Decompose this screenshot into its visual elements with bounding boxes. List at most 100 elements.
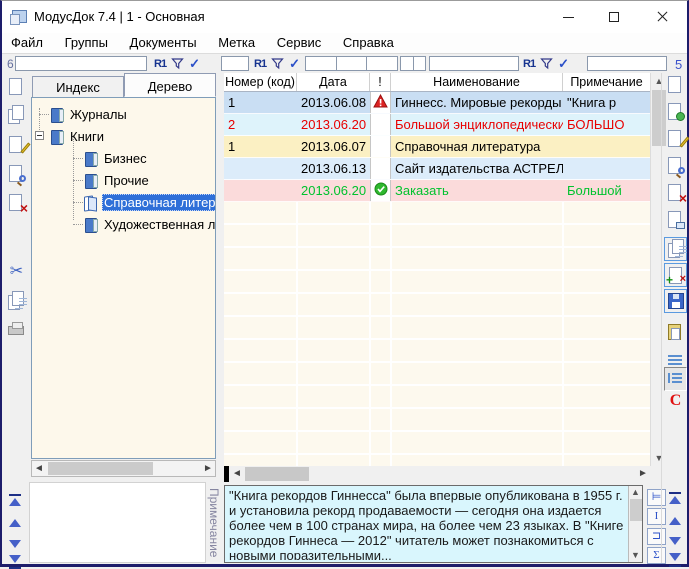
grid-empty-area bbox=[224, 202, 650, 466]
scroll-down-icon[interactable]: ▼ bbox=[629, 549, 642, 562]
tree-item-biznes[interactable]: Бизнес bbox=[32, 147, 215, 169]
convert-button[interactable]: C bbox=[664, 391, 687, 411]
copy-record-button[interactable] bbox=[664, 237, 687, 261]
table-row[interactable]: 1 2013.06.08 Гиннесс. Мировые рекорды 20… bbox=[224, 92, 650, 114]
menu-documents[interactable]: Документы bbox=[121, 33, 206, 53]
scroll-left-icon[interactable]: ◄ bbox=[230, 466, 244, 482]
tab-index[interactable]: Индекс bbox=[32, 76, 124, 97]
tree-item-knigi[interactable]: Книги bbox=[32, 125, 215, 147]
apply-filter-icon[interactable]: ✓ bbox=[189, 56, 200, 72]
description-text: "Книга рекордов Гиннесса" была впервые о… bbox=[229, 488, 626, 560]
tree-prev-button[interactable] bbox=[6, 515, 24, 530]
paste-button[interactable] bbox=[5, 319, 28, 343]
copy-button[interactable] bbox=[5, 290, 28, 314]
app-window: МодусДок 7.4 | 1 - Основная Файл Группы … bbox=[0, 0, 689, 567]
record-first-button[interactable] bbox=[666, 491, 684, 506]
edit-document-button[interactable] bbox=[664, 127, 687, 151]
warning-icon bbox=[373, 94, 388, 108]
scroll-thumb[interactable] bbox=[630, 499, 642, 521]
globe-icon bbox=[676, 112, 685, 121]
delete-document-button[interactable]: × bbox=[664, 181, 687, 205]
table-row[interactable]: 2013.06.13 Сайт издательства АСТРЕЛЬ bbox=[224, 158, 650, 180]
col-name[interactable]: Наименование bbox=[391, 73, 563, 91]
details-view-button[interactable] bbox=[664, 367, 687, 391]
scroll-thumb[interactable] bbox=[48, 462, 153, 475]
num-filter-input[interactable] bbox=[221, 56, 249, 71]
collapse-icon[interactable] bbox=[35, 131, 44, 140]
new-document-button[interactable] bbox=[664, 73, 687, 97]
note-filter-input[interactable] bbox=[587, 56, 667, 71]
filter-funnel-icon[interactable] bbox=[271, 57, 284, 70]
record-next-button[interactable] bbox=[666, 534, 684, 549]
splitter-grip[interactable] bbox=[224, 466, 229, 482]
group-note-field[interactable] bbox=[29, 482, 206, 563]
flag-filter-segments[interactable] bbox=[400, 56, 426, 71]
document-form-button[interactable] bbox=[664, 208, 687, 232]
tree-first-button[interactable] bbox=[6, 493, 24, 508]
cut-button[interactable]: ✂ bbox=[5, 261, 28, 285]
tree-hscrollbar[interactable]: ◄ ► bbox=[31, 460, 216, 477]
internet-document-button[interactable] bbox=[664, 100, 687, 124]
tree-filter-input[interactable] bbox=[15, 56, 147, 71]
table-row[interactable]: 2 2013.06.20 Большой энциклопедический с… bbox=[224, 114, 650, 136]
sort-icon[interactable]: R1 bbox=[523, 58, 535, 70]
ordered-check-icon bbox=[374, 182, 388, 196]
description-panel[interactable]: "Книга рекордов Гиннесса" была впервые о… bbox=[224, 485, 643, 563]
paste-document-button[interactable] bbox=[664, 321, 687, 345]
filter-funnel-icon[interactable] bbox=[171, 57, 184, 70]
edit-group-button[interactable] bbox=[5, 133, 28, 157]
col-note[interactable]: Примечание bbox=[563, 73, 650, 91]
delete-group-button[interactable]: × bbox=[5, 191, 28, 215]
col-number[interactable]: Номер (код) bbox=[224, 73, 297, 91]
maximize-button[interactable] bbox=[591, 1, 637, 32]
duplicate-group-button[interactable] bbox=[5, 104, 28, 128]
book-closed-icon bbox=[50, 130, 64, 143]
tree-item-hudozhestvennaya[interactable]: Художественная литература bbox=[32, 213, 215, 235]
sort-icon[interactable]: R1 bbox=[154, 58, 166, 70]
book-open-icon bbox=[84, 196, 98, 209]
view-group-button[interactable] bbox=[5, 162, 28, 186]
scroll-right-icon[interactable]: ► bbox=[201, 461, 215, 476]
record-last-button[interactable] bbox=[666, 552, 684, 567]
tab-tree[interactable]: Дерево bbox=[124, 73, 216, 97]
table-row[interactable]: 1 2013.06.07 Справочная литература bbox=[224, 136, 650, 158]
tree-item-prochie[interactable]: Прочие bbox=[32, 169, 215, 191]
menu-file[interactable]: Файл bbox=[2, 33, 52, 53]
new-group-button[interactable] bbox=[5, 75, 28, 99]
grid-hscrollbar[interactable]: ◄ ► bbox=[224, 466, 650, 482]
table-row[interactable]: 2013.06.20 Заказать Большой bbox=[224, 180, 650, 202]
scroll-left-icon[interactable]: ◄ bbox=[32, 461, 46, 476]
menu-service[interactable]: Сервис bbox=[268, 33, 331, 53]
tree-item-zhurnaly[interactable]: Журналы bbox=[32, 103, 215, 125]
description-vscrollbar[interactable]: ▲ ▼ bbox=[628, 486, 642, 562]
sort-icon[interactable]: R1 bbox=[254, 58, 266, 70]
floppy-icon bbox=[668, 293, 684, 309]
scroll-thumb[interactable] bbox=[245, 467, 309, 481]
date-filter-segments[interactable] bbox=[305, 56, 398, 71]
list-view-button[interactable] bbox=[664, 351, 687, 365]
right-toolbar: × +× C bbox=[661, 73, 687, 563]
tree-item-spravochnaya[interactable]: Справочная литература bbox=[32, 191, 215, 213]
view-document-button[interactable] bbox=[664, 154, 687, 178]
add-delete-record-button[interactable]: +× bbox=[664, 263, 687, 287]
scroll-right-icon[interactable]: ► bbox=[636, 466, 650, 482]
record-prev-button[interactable] bbox=[666, 513, 684, 528]
filter-funnel-icon[interactable] bbox=[540, 57, 553, 70]
save-button[interactable] bbox=[664, 289, 687, 313]
tree-next-button[interactable] bbox=[6, 537, 24, 552]
menu-help[interactable]: Справка bbox=[334, 33, 403, 53]
form-icon bbox=[676, 222, 685, 229]
menu-label[interactable]: Метка bbox=[209, 33, 264, 53]
minimize-button[interactable] bbox=[545, 1, 591, 32]
close-button[interactable] bbox=[637, 1, 687, 32]
scroll-up-icon[interactable]: ▲ bbox=[629, 486, 642, 499]
apply-filter-icon[interactable]: ✓ bbox=[558, 56, 569, 72]
col-flag[interactable]: ! bbox=[370, 73, 391, 91]
apply-filter-icon[interactable]: ✓ bbox=[289, 56, 300, 72]
menu-groups[interactable]: Группы bbox=[56, 33, 117, 53]
tree-list-icon bbox=[672, 373, 682, 375]
name-filter-input[interactable] bbox=[429, 56, 519, 71]
clipboard-icon bbox=[668, 324, 681, 340]
app-icon bbox=[12, 10, 27, 23]
col-date[interactable]: Дата bbox=[297, 73, 370, 91]
